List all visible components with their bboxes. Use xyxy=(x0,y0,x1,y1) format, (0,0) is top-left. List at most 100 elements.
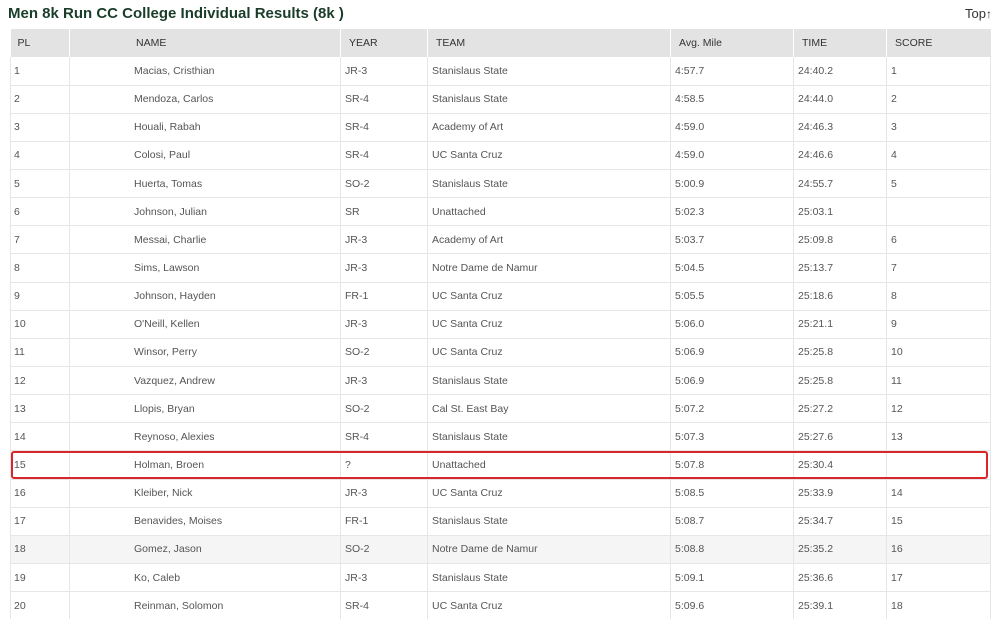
cell-name: Macias, Cristhian xyxy=(69,57,341,86)
cell-place: 16 xyxy=(10,479,70,508)
cell-score: 16 xyxy=(886,535,991,564)
cell-time: 24:55.7 xyxy=(793,169,887,198)
table-header-row: PL NAME YEAR TEAM Avg. Mile TIME SCORE xyxy=(10,29,991,57)
cell-time: 25:35.2 xyxy=(793,535,887,564)
cell-team: Unattached xyxy=(427,450,671,480)
cell-score: 17 xyxy=(886,563,991,592)
cell-team: Stanislaus State xyxy=(427,507,671,536)
column-header-avg-mile[interactable]: Avg. Mile xyxy=(670,29,794,57)
cell-time: 25:25.8 xyxy=(793,366,887,395)
cell-score: 15 xyxy=(886,507,991,536)
cell-time: 24:46.6 xyxy=(793,141,887,170)
cell-team: Stanislaus State xyxy=(427,169,671,198)
cell-avg-mile: 5:07.3 xyxy=(670,422,794,451)
cell-time: 25:13.7 xyxy=(793,253,887,283)
table-row: 15 Holman, Broen? Unattached 5:07.8 25:30.4 xyxy=(10,450,991,480)
cell-avg-mile: 5:02.3 xyxy=(670,197,794,226)
cell-year: JR-3 xyxy=(340,225,428,254)
column-header-team[interactable]: TEAM xyxy=(427,29,671,57)
top-link[interactable]: Top↑ xyxy=(965,6,992,21)
cell-avg-mile: 5:07.2 xyxy=(670,394,794,423)
cell-name: O'Neill, Kellen xyxy=(69,310,341,339)
table-row: 4 Colosi, Paul SR-4 UC Santa Cruz 4:59.0 24:4… xyxy=(10,141,991,170)
cell-team: Stanislaus State xyxy=(427,85,671,114)
results-header: Men 8k Run CC College Individual Results… xyxy=(0,0,1000,30)
cell-year: JR-3 xyxy=(340,253,428,283)
cell-score: 11 xyxy=(886,366,991,395)
cell-name: Llopis, Bryan xyxy=(69,394,341,423)
cell-name: Kleiber, Nick xyxy=(69,479,341,508)
cell-score: 12 xyxy=(886,394,991,423)
cell-year: JR-3 xyxy=(340,310,428,339)
cell-place: 19 xyxy=(10,563,70,592)
column-header-year[interactable]: YEAR xyxy=(340,29,428,57)
cell-team: UC Santa Cruz xyxy=(427,338,671,367)
column-header-score[interactable]: SCORE xyxy=(887,29,991,57)
cell-team: Academy of Art xyxy=(427,225,671,254)
cell-team: UC Santa Cruz xyxy=(427,310,671,339)
results-body: 1 Macias, Cristhian JR-3 Stanislaus State 4:… xyxy=(10,57,991,619)
table-row: 5 Huerta, Tomas SO-2 Stanislaus State 5:00.9… xyxy=(10,169,991,198)
cell-place: 12 xyxy=(10,366,70,395)
cell-name: Benavides, Moises xyxy=(69,507,341,536)
cell-place: 2 xyxy=(10,85,70,114)
cell-score: 10 xyxy=(886,338,991,367)
cell-team: UC Santa Cruz xyxy=(427,591,671,619)
cell-name: Johnson, Hayden xyxy=(69,282,341,311)
cell-place: 14 xyxy=(10,422,70,451)
cell-place: 4 xyxy=(10,141,70,170)
table-row: 7 Messai, Charlie JR-3 Academy of Art 5:03.7… xyxy=(10,225,991,254)
cell-time: 25:18.6 xyxy=(793,282,887,311)
cell-place: 9 xyxy=(10,282,70,311)
table-row: 19 Ko, Caleb JR-3 Stanislaus State 5:09.1 25:… xyxy=(10,563,991,592)
cell-place: 15 xyxy=(10,450,70,480)
results-table: PL NAME YEAR TEAM Avg. Mile TIME SCORE 1… xyxy=(10,29,991,619)
cell-place: 11 xyxy=(10,338,70,367)
cell-name: Huerta, Tomas xyxy=(69,169,341,198)
cell-year: SR-4 xyxy=(340,591,428,619)
cell-year: JR-3 xyxy=(340,366,428,395)
table-row: 3 Houali, Rabah SR-4 Academy of Art 4:59.0 24… xyxy=(10,113,991,142)
table-row: 6 Johnson, Julian SR Unattached 5:02.3 25:03.… xyxy=(10,197,991,226)
cell-team: Stanislaus State xyxy=(427,57,671,86)
cell-year: JR-3 xyxy=(340,479,428,508)
cell-avg-mile: 5:06.9 xyxy=(670,366,794,395)
cell-name: Johnson, Julian xyxy=(69,197,341,226)
cell-name: Sims, Lawson xyxy=(69,253,341,283)
cell-score: 4 xyxy=(886,141,991,170)
table-row: 20 Reinman, Solomon SR-4 UC Santa Cruz 5:09.… xyxy=(10,591,991,619)
cell-avg-mile: 5:05.5 xyxy=(670,282,794,311)
cell-score: 14 xyxy=(886,479,991,508)
table-row: 10 O'Neill, Kellen JR-3 UC Santa Cruz 5:06.0… xyxy=(10,310,991,339)
cell-avg-mile: 5:03.7 xyxy=(670,225,794,254)
table-row: 16 Kleiber, Nick JR-3 UC Santa Cruz 5:08.5 25… xyxy=(10,479,991,508)
cell-team: Academy of Art xyxy=(427,113,671,142)
cell-year: FR-1 xyxy=(340,507,428,536)
cell-name: Houali, Rabah xyxy=(69,113,341,142)
cell-score: 6 xyxy=(886,225,991,254)
cell-avg-mile: 4:59.0 xyxy=(670,113,794,142)
cell-team: Unattached xyxy=(427,197,671,226)
cell-score: 7 xyxy=(886,253,991,283)
cell-year: SR-4 xyxy=(340,422,428,451)
cell-place: 6 xyxy=(10,197,70,226)
cell-score: 5 xyxy=(886,169,991,198)
table-row: 12 Vazquez, Andrew JR-3 Stanislaus State 5:0… xyxy=(10,366,991,395)
table-row: 13 Llopis, Bryan SO-2 Cal St. East Bay 5:07.… xyxy=(10,394,991,423)
cell-time: 25:30.4 xyxy=(793,450,887,480)
cell-year: SO-2 xyxy=(340,169,428,198)
cell-year: SO-2 xyxy=(340,338,428,367)
table-row: 8 Sims, Lawson JR-3 Notre Dame de Namur 5:04… xyxy=(10,253,991,283)
column-header-pl[interactable]: PL xyxy=(10,29,70,57)
cell-score xyxy=(886,197,991,226)
cell-place: 18 xyxy=(10,535,70,564)
cell-avg-mile: 5:08.7 xyxy=(670,507,794,536)
column-header-name[interactable]: NAME xyxy=(69,29,341,57)
cell-avg-mile: 5:08.8 xyxy=(670,535,794,564)
cell-year: SR-4 xyxy=(340,113,428,142)
column-header-time[interactable]: TIME xyxy=(793,29,887,57)
page-title: Men 8k Run CC College Individual Results… xyxy=(8,5,344,22)
cell-time: 25:09.8 xyxy=(793,225,887,254)
cell-team: Stanislaus State xyxy=(427,366,671,395)
cell-year: JR-3 xyxy=(340,563,428,592)
